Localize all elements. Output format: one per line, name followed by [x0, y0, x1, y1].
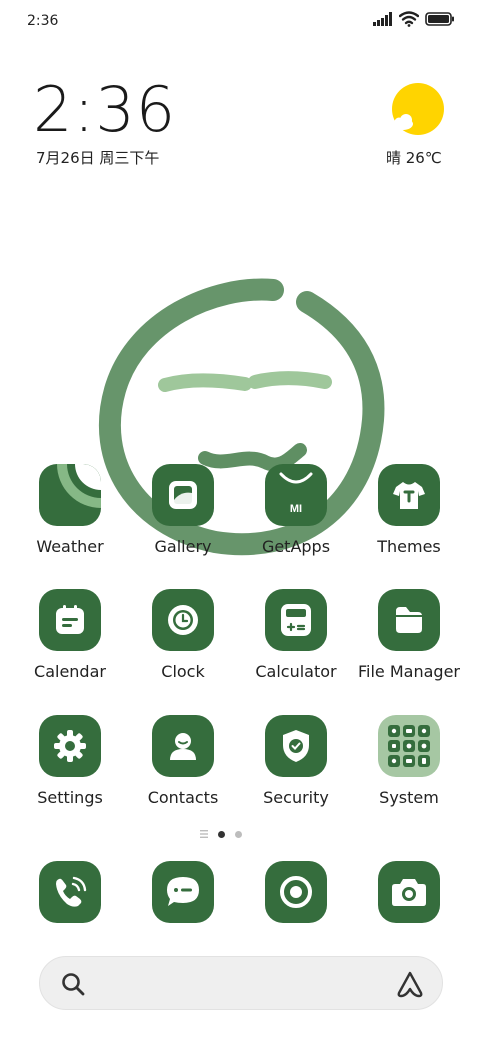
weather-condition-temp: 晴 26℃: [386, 149, 442, 167]
folder-icon: [378, 589, 440, 651]
weather-icon: [39, 464, 101, 526]
app-label: Security: [263, 788, 329, 807]
calculator-icon: [265, 589, 327, 651]
message-icon: [167, 877, 199, 906]
app-file-manager[interactable]: File Manager: [354, 589, 464, 681]
person-icon: [152, 715, 214, 777]
gear-icon: [39, 715, 101, 777]
sun-cloud-icon[interactable]: [390, 82, 446, 138]
app-calendar[interactable]: Calendar: [15, 589, 125, 681]
page-indicator[interactable]: [200, 830, 242, 838]
app-label: Contacts: [147, 788, 219, 807]
wifi-icon: [399, 11, 419, 27]
app-label: Weather: [36, 537, 104, 556]
battery-icon: [425, 12, 454, 26]
tshirt-icon: [378, 464, 440, 526]
clock-widget-time[interactable]: 2:36: [33, 78, 176, 142]
app-label: GetApps: [261, 537, 331, 556]
getapps-bag-icon: MI: [265, 464, 327, 526]
page-list-icon: [200, 830, 208, 838]
status-bar: 2:36: [0, 0, 480, 44]
app-label: Settings: [37, 788, 103, 807]
app-getapps[interactable]: MI GetApps: [241, 464, 351, 556]
app-calculator[interactable]: Calculator: [241, 589, 351, 681]
gallery-icon: [152, 464, 214, 526]
dock-browser[interactable]: [265, 861, 327, 923]
clock-widget-date: 7月26日 周三下午: [36, 149, 160, 167]
app-label: Gallery: [154, 537, 212, 556]
app-label: Calculator: [255, 662, 337, 681]
signal-icon: [373, 12, 392, 26]
app-label: File Manager: [358, 662, 460, 681]
shield-icon: [265, 715, 327, 777]
search-icon[interactable]: [60, 971, 86, 997]
dock-camera[interactable]: [378, 861, 440, 923]
search-bar[interactable]: [39, 956, 443, 1010]
app-label: Themes: [377, 537, 441, 556]
phone-icon: [56, 876, 87, 907]
app-security[interactable]: Security: [241, 715, 351, 807]
camera-icon: [392, 879, 426, 906]
app-themes[interactable]: Themes: [354, 464, 464, 556]
browser-icon: [280, 876, 312, 908]
page-dot-current: [218, 830, 225, 838]
calendar-icon: [39, 589, 101, 651]
assistant-icon[interactable]: [396, 970, 424, 998]
status-time: 2:36: [27, 13, 59, 29]
app-label: Clock: [161, 662, 205, 681]
app-weather[interactable]: Weather: [15, 464, 125, 556]
app-settings[interactable]: Settings: [15, 715, 125, 807]
app-label: Calendar: [34, 662, 106, 681]
page-dot: [235, 830, 242, 838]
status-icons: [373, 11, 455, 27]
app-system-folder[interactable]: System: [354, 715, 464, 807]
app-label: System: [379, 788, 439, 807]
app-contacts[interactable]: Contacts: [128, 715, 238, 807]
app-gallery[interactable]: Gallery: [128, 464, 238, 556]
clock-icon: [152, 589, 214, 651]
dock-phone[interactable]: [39, 861, 101, 923]
app-clock[interactable]: Clock: [128, 589, 238, 681]
dock-messaging[interactable]: [152, 861, 214, 923]
getapps-badge: MI: [290, 503, 302, 515]
app-folder-icon: [378, 715, 440, 777]
